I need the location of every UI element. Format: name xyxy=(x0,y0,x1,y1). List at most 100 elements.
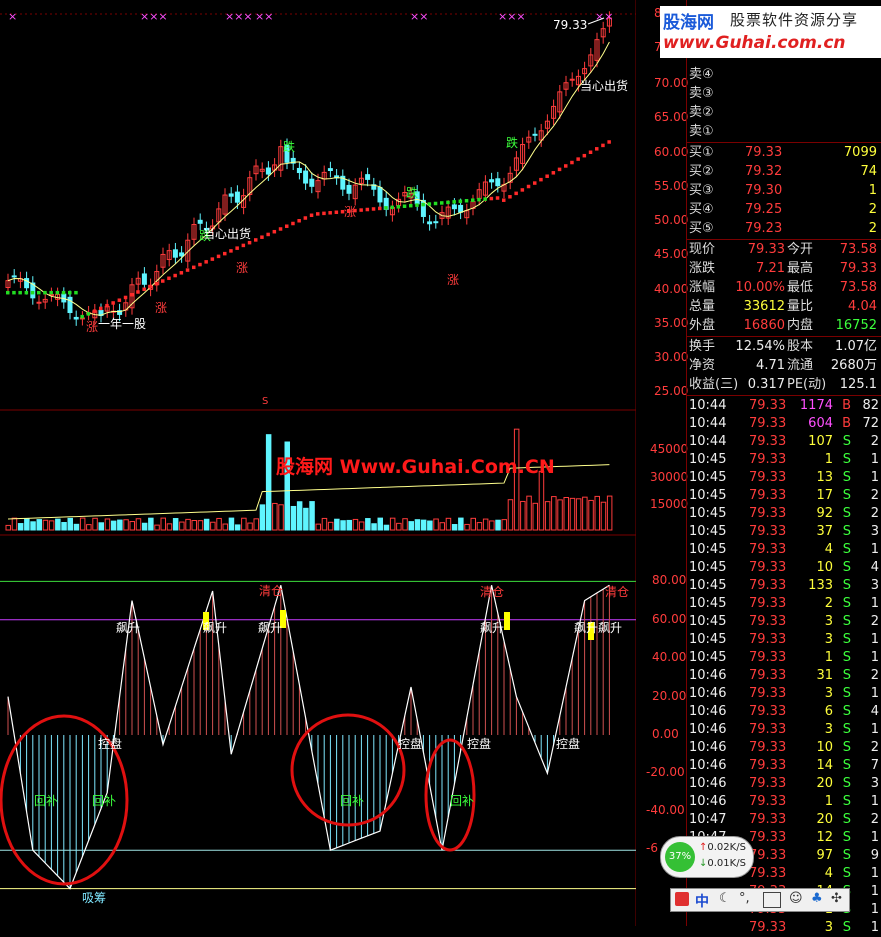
tick-time: 10:45 xyxy=(689,596,727,611)
ime-mode[interactable]: 中 xyxy=(695,891,709,911)
sell-row[interactable]: 卖③ xyxy=(687,85,881,103)
tick-row[interactable]: 10:45 79.33 1 S 1 xyxy=(687,649,881,667)
tick-row[interactable]: 10:45 79.33 4 S 1 xyxy=(687,541,881,559)
buy-row[interactable]: 买⑤ 79.23 2 xyxy=(687,220,881,238)
price-tick: 55.00 xyxy=(654,179,689,193)
tick-time: 10:45 xyxy=(689,560,727,575)
tick-row[interactable]: 10:45 79.33 3 S 1 xyxy=(687,631,881,649)
tick-count: 7 xyxy=(870,758,879,773)
tick-row[interactable]: 10:47 79.33 20 S 2 xyxy=(687,811,881,829)
tick-time: 10:46 xyxy=(689,686,727,701)
buy-row[interactable]: 买③ 79.30 1 xyxy=(687,182,881,200)
buy-row[interactable]: 买① 79.33 7099 xyxy=(687,144,881,162)
tick-count: 82 xyxy=(862,398,879,413)
signal-marker xyxy=(504,612,510,630)
tick-time: 10:45 xyxy=(689,650,727,665)
support-dot xyxy=(483,197,487,201)
tick-time: 10:46 xyxy=(689,722,727,737)
buy-row[interactable]: 买② 79.32 74 xyxy=(687,163,881,181)
tick-volume: 3 xyxy=(824,632,833,647)
quote-label: 量比 xyxy=(787,299,814,314)
price-annotation: 涨 xyxy=(155,300,167,315)
volume-bar xyxy=(588,499,594,531)
tick-row[interactable]: 10:46 79.33 10 S 2 xyxy=(687,739,881,757)
tick-row[interactable]: 10:45 79.33 17 S 2 xyxy=(687,487,881,505)
candle-body xyxy=(296,167,302,174)
tick-volume: 10 xyxy=(816,560,833,575)
tick-row[interactable]: 10:46 79.33 1 S 1 xyxy=(687,793,881,811)
volume-bar xyxy=(166,523,173,531)
tick-row[interactable]: 10:46 79.33 20 S 3 xyxy=(687,775,881,793)
guhai-logo: 股海网 股票软件资源分享 www.Guhai.com.cn xyxy=(660,6,881,58)
tick-row[interactable]: 10:45 79.33 133 S 3 xyxy=(687,577,881,595)
tick-row[interactable]: 10:45 79.33 13 S 1 xyxy=(687,469,881,487)
tick-row[interactable]: 10:45 79.33 92 S 2 xyxy=(687,505,881,523)
tick-price: 79.33 xyxy=(749,758,787,773)
tick-row[interactable]: 10:45 79.33 3 S 2 xyxy=(687,613,881,631)
tick-count: 4 xyxy=(870,560,879,575)
tick-row[interactable]: 10:46 79.33 3 S 1 xyxy=(687,685,881,703)
fund-value: 1.07亿 xyxy=(835,339,877,354)
osc-label: 清仓 xyxy=(605,585,629,599)
tick-row[interactable]: 10:46 79.33 14 S 7 xyxy=(687,757,881,775)
tick-flag: S xyxy=(842,560,851,575)
tick-row[interactable]: 10:44 79.33 107 S 2 xyxy=(687,433,881,451)
support-dot xyxy=(12,290,16,295)
tick-volume: 1 xyxy=(824,650,833,665)
tick-row[interactable]: 10:45 79.33 1 S 1 xyxy=(687,451,881,469)
tick-time: 10:46 xyxy=(689,668,727,683)
tools-icon[interactable]: ✣ xyxy=(831,891,842,906)
support-dot xyxy=(92,309,97,313)
osc-label: 飙升 xyxy=(598,620,622,635)
volume-bar xyxy=(36,519,42,531)
support-dot xyxy=(260,235,264,239)
tick-volume: 3 xyxy=(824,614,833,629)
tick-price: 79.33 xyxy=(749,506,787,521)
tick-count: 1 xyxy=(870,866,879,881)
tick-time: 10:47 xyxy=(689,812,727,827)
moon-icon[interactable]: ☾ xyxy=(719,891,731,906)
osc-label: 吸筹 xyxy=(82,891,106,905)
tick-row[interactable]: 10:44 79.33 604 B 72 xyxy=(687,415,881,433)
volume-bar xyxy=(141,522,148,531)
osc-label: 飙升 xyxy=(116,620,140,635)
price-tick: 40.00 xyxy=(654,282,689,296)
volume-bar xyxy=(501,519,507,531)
user-icon[interactable]: ☺ xyxy=(789,891,803,906)
buy-row[interactable]: 买④ 79.25 2 xyxy=(687,201,881,219)
volume-bar xyxy=(241,517,247,531)
quote-label: 最低 xyxy=(787,280,814,295)
tick-count: 1 xyxy=(870,920,879,935)
sell-row[interactable]: 卖① xyxy=(687,123,881,141)
volume-bar xyxy=(234,524,241,531)
tick-row[interactable]: 10:44 79.33 1174 B 82 xyxy=(687,397,881,415)
network-speed-widget[interactable]: 37% ↑0.02K/S ↓0.01K/S xyxy=(660,836,754,878)
tick-volume: 20 xyxy=(816,812,833,827)
tick-row[interactable]: 10:45 79.33 10 S 4 xyxy=(687,559,881,577)
support-dot xyxy=(161,279,165,283)
ime-toolbar[interactable]: 中 ☾ °, ☺ ♣ ✣ xyxy=(670,888,850,912)
volume-bar xyxy=(117,519,123,531)
support-dot xyxy=(477,197,481,202)
sell-row[interactable]: 卖④ xyxy=(687,66,881,84)
tick-row[interactable]: 10:46 79.33 3 S 1 xyxy=(687,721,881,739)
tick-row[interactable]: 10:45 79.33 37 S 3 xyxy=(687,523,881,541)
support-dot xyxy=(384,206,388,210)
sell-row[interactable]: 卖② xyxy=(687,104,881,122)
quote-row: 外盘 16860 内盘 16752 xyxy=(687,317,881,335)
tick-price: 79.33 xyxy=(749,578,787,593)
keyboard-icon[interactable] xyxy=(763,892,781,908)
tick-row[interactable]: 10:45 79.33 2 S 1 xyxy=(687,595,881,613)
tick-row[interactable]: 79.33 3 S 1 xyxy=(687,919,881,937)
tick-row[interactable]: 10:46 79.33 31 S 2 xyxy=(687,667,881,685)
volume-bar xyxy=(272,502,278,531)
tick-volume: 17 xyxy=(816,488,833,503)
shirt-icon[interactable]: ♣ xyxy=(811,891,823,906)
support-dot xyxy=(254,238,258,242)
punct-icon[interactable]: °, xyxy=(739,891,750,906)
support-dot xyxy=(464,198,469,203)
net-up: ↑0.02K/S xyxy=(699,842,746,853)
tick-row[interactable]: 10:46 79.33 6 S 4 xyxy=(687,703,881,721)
volume-bar xyxy=(185,518,191,531)
price-annotation: 涨 xyxy=(344,204,356,219)
